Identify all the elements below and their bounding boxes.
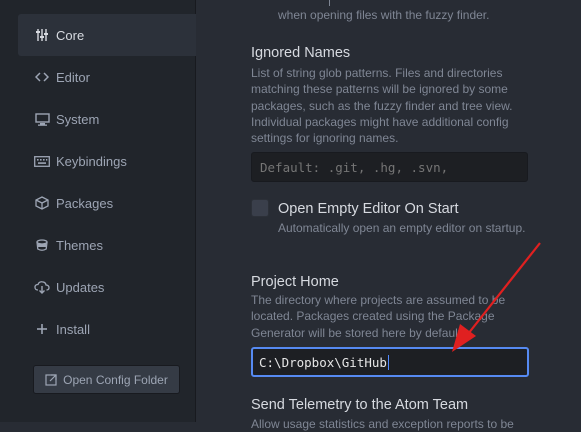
sidebar-item-packages[interactable]: Packages bbox=[18, 182, 196, 224]
settings-sidebar: Core Editor System Keybindings Packages … bbox=[0, 0, 196, 422]
sidebar-item-label: System bbox=[56, 111, 100, 127]
sidebar-item-label: Editor bbox=[56, 69, 90, 85]
plus-icon bbox=[34, 321, 50, 337]
telemetry-description: Allow usage statistics and exception rep… bbox=[251, 417, 514, 431]
previous-setting-description: when opening files with the fuzzy finder… bbox=[278, 8, 490, 22]
sidebar-item-keybindings[interactable]: Keybindings bbox=[18, 140, 196, 182]
project-home-title: Project Home bbox=[251, 274, 339, 290]
link-external-icon bbox=[45, 373, 57, 386]
ignored-names-title: Ignored Names bbox=[251, 45, 351, 61]
sidebar-item-label: Core bbox=[56, 27, 85, 43]
project-home-description: The directory where projects are assumed… bbox=[251, 293, 506, 340]
package-icon bbox=[34, 195, 50, 211]
divider bbox=[329, 0, 330, 6]
sidebar-item-label: Keybindings bbox=[56, 153, 127, 169]
sidebar-item-label: Install bbox=[56, 321, 90, 337]
ignored-names-description: List of string glob patterns. Files and … bbox=[251, 66, 513, 146]
device-desktop-icon bbox=[34, 111, 50, 127]
sidebar-item-label: Updates bbox=[56, 279, 105, 295]
open-empty-editor-label: Open Empty Editor On Start bbox=[278, 201, 459, 217]
cloud-download-icon bbox=[34, 279, 50, 295]
open-empty-editor-description: Automatically open an empty editor on st… bbox=[278, 221, 526, 235]
project-home-input[interactable]: C:\Dropbox\GitHub bbox=[251, 347, 529, 377]
sidebar-item-editor[interactable]: Editor bbox=[18, 56, 196, 98]
core-settings-panel: when opening files with the fuzzy finder… bbox=[196, 0, 581, 431]
sidebar-item-system[interactable]: System bbox=[18, 98, 196, 140]
settings-sliders-icon bbox=[34, 27, 50, 43]
open-config-folder-button[interactable]: Open Config Folder bbox=[33, 365, 180, 394]
project-home-value: C:\Dropbox\GitHub bbox=[259, 354, 387, 370]
keyboard-icon bbox=[34, 153, 50, 169]
sidebar-item-label: Themes bbox=[56, 237, 103, 253]
paintcan-icon bbox=[34, 237, 50, 253]
sidebar-item-install[interactable]: Install bbox=[18, 308, 196, 350]
telemetry-title: Send Telemetry to the Atom Team bbox=[251, 397, 469, 413]
open-config-folder-label: Open Config Folder bbox=[63, 372, 168, 387]
sidebar-item-updates[interactable]: Updates bbox=[18, 266, 196, 308]
code-icon bbox=[34, 69, 50, 85]
ignored-names-input[interactable] bbox=[251, 152, 528, 182]
open-empty-editor-checkbox[interactable] bbox=[251, 199, 269, 217]
sidebar-item-themes[interactable]: Themes bbox=[18, 224, 196, 266]
sidebar-item-core[interactable]: Core bbox=[18, 14, 196, 56]
text-caret bbox=[387, 354, 389, 370]
sidebar-item-label: Packages bbox=[56, 195, 114, 211]
